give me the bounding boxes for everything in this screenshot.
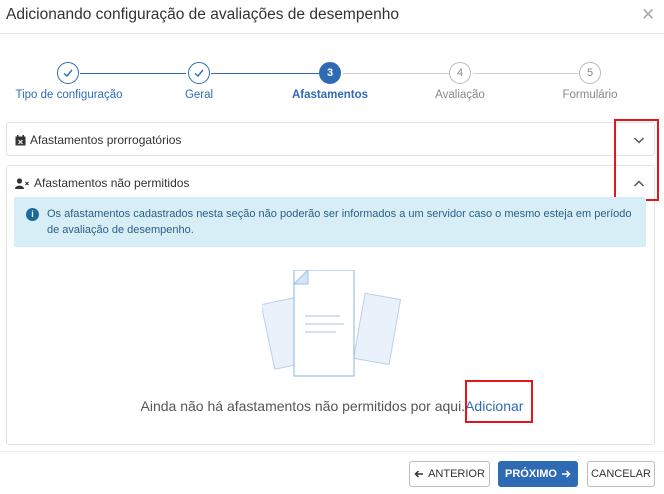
close-icon[interactable]: ✕ <box>641 5 655 25</box>
empty-state: Ainda não há afastamentos não permitidos… <box>0 398 664 414</box>
step-connector <box>343 73 449 74</box>
footer-divider <box>0 451 664 452</box>
dialog-header: Adicionando configuração de avaliações d… <box>0 0 664 32</box>
user-x-icon <box>15 177 29 189</box>
panel-title: Afastamentos prorrogatórios <box>30 133 182 147</box>
dialog-title: Adicionando configuração de avaliações d… <box>6 6 399 23</box>
arrow-left-icon <box>414 470 424 478</box>
panel-header[interactable]: Afastamentos não permitidos <box>15 176 189 190</box>
previous-label: ANTERIOR <box>428 468 485 480</box>
step-connector <box>80 73 186 74</box>
info-alert: i Os afastamentos cadastrados nesta seçã… <box>14 197 646 247</box>
highlight-box <box>465 380 533 423</box>
step-5-label[interactable]: Formulário <box>563 89 618 101</box>
panel-title: Afastamentos não permitidos <box>34 176 190 190</box>
next-label: PRÓXIMO <box>505 468 557 480</box>
step-3-number[interactable]: 3 <box>319 62 341 84</box>
step-5-number[interactable]: 5 <box>579 62 601 84</box>
empty-message: Ainda não há afastamentos não permitidos… <box>140 398 466 414</box>
step-4-label[interactable]: Avaliação <box>435 89 485 101</box>
arrow-right-icon <box>561 470 571 478</box>
step-1-label[interactable]: Tipo de configuração <box>16 89 123 101</box>
step-connector <box>211 73 319 74</box>
calendar-x-icon <box>15 134 26 145</box>
alert-text: Os afastamentos cadastrados nesta seção … <box>47 208 632 236</box>
step-2-check-icon[interactable] <box>188 62 210 84</box>
cancel-label: CANCELAR <box>591 468 651 480</box>
stepper: 3 4 5 Tipo de configuração Geral Afastam… <box>0 60 664 110</box>
highlight-box <box>614 119 659 201</box>
step-2-label[interactable]: Geral <box>185 89 213 101</box>
info-icon: i <box>26 208 39 221</box>
step-1-check-icon[interactable] <box>57 62 79 84</box>
panel-header[interactable]: Afastamentos prorrogatórios <box>15 133 181 147</box>
step-3-label[interactable]: Afastamentos <box>292 89 368 101</box>
next-button[interactable]: PRÓXIMO <box>498 461 578 487</box>
panel-afastamentos-prorrogatorios[interactable]: Afastamentos prorrogatórios <box>6 122 655 156</box>
cancel-button[interactable]: CANCELAR <box>587 461 655 487</box>
step-connector <box>473 73 579 74</box>
previous-button[interactable]: ANTERIOR <box>409 461 490 487</box>
step-4-number[interactable]: 4 <box>449 62 471 84</box>
empty-documents-illustration <box>262 270 402 377</box>
header-divider <box>0 33 664 34</box>
